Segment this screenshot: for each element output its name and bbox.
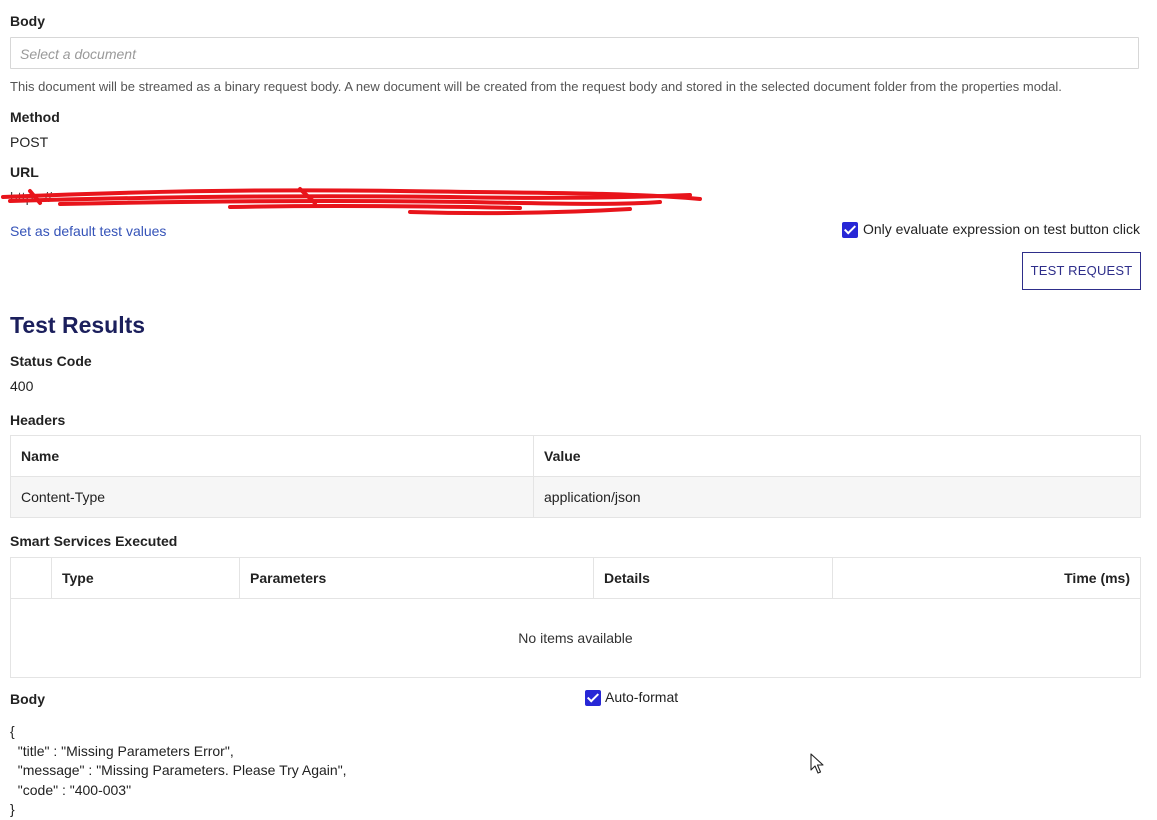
redaction-stroke (228, 203, 522, 210)
response-body-json: { "title" : "Missing Parameters Error", … (10, 723, 347, 817)
headers-table-header-row: Name Value (10, 435, 1141, 477)
column-header-time: Time (ms) (832, 557, 1141, 599)
headers-label: Headers (10, 412, 66, 428)
test-request-button[interactable]: TEST REQUEST (1022, 252, 1141, 290)
column-header-name: Name (10, 435, 534, 477)
smart-services-label: Smart Services Executed (10, 533, 178, 549)
redaction-stroke (58, 198, 662, 206)
no-items-message: No items available (10, 598, 1141, 678)
url-redaction-scribble (1, 187, 702, 215)
method-label: Method (10, 109, 60, 125)
auto-format-label: Auto-format (605, 689, 679, 705)
document-select[interactable]: Select a document (10, 37, 1139, 69)
column-header-value: Value (533, 435, 1141, 477)
only-evaluate-label: Only evaluate expression on test button … (862, 221, 1140, 237)
status-code-value: 400 (10, 378, 34, 394)
header-value-cell: application/json (533, 476, 1141, 518)
column-header-blank (10, 557, 52, 599)
url-label: URL (10, 164, 39, 180)
table-row: Content-Type application/json (10, 476, 1141, 518)
response-body-label: Body (10, 691, 45, 707)
only-evaluate-toggle[interactable]: Only evaluate expression on test button … (841, 221, 1140, 239)
column-header-type: Type (51, 557, 240, 599)
test-results-title: Test Results (10, 312, 146, 338)
headers-table: Name Value Content-Type application/json (10, 435, 1141, 518)
checkbox-checked-icon[interactable] (585, 690, 601, 707)
checkbox-checked-icon[interactable] (841, 222, 858, 239)
smart-services-header-row: Type Parameters Details Time (ms) (10, 557, 1141, 599)
body-help-text: This document will be streamed as a bina… (10, 79, 1062, 94)
smart-services-table: Type Parameters Details Time (ms) No ite… (10, 557, 1141, 678)
empty-row: No items available (10, 598, 1141, 678)
header-name-cell: Content-Type (10, 476, 534, 518)
method-value: POST (10, 134, 49, 150)
set-default-test-values-link[interactable]: Set as default test values (10, 223, 166, 239)
document-select-placeholder: Select a document (20, 46, 136, 62)
mouse-pointer-icon (810, 753, 824, 774)
status-code-label: Status Code (10, 353, 92, 369)
auto-format-toggle[interactable]: Auto-format (585, 689, 679, 707)
column-header-details: Details (593, 557, 833, 599)
column-header-parameters: Parameters (239, 557, 594, 599)
body-label: Body (10, 13, 45, 29)
